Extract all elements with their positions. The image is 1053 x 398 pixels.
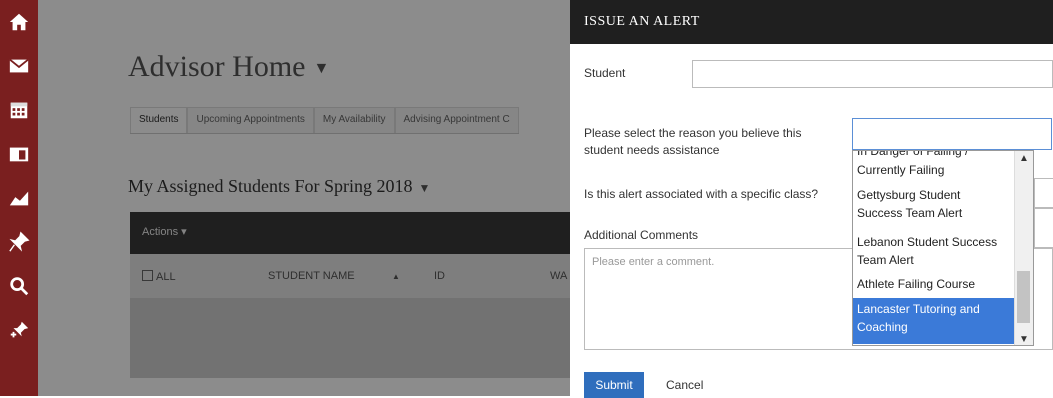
advisor-home-page: Advisor Home ▼ Students Upcoming Appointm… [38, 0, 570, 396]
scroll-up-icon[interactable]: ▲ [1019, 153, 1029, 164]
option-lancaster-line1: Lancaster Tutoring and [857, 302, 980, 316]
option-lebanon-line1: Lebanon Student Success [857, 235, 998, 249]
cancel-link[interactable]: Cancel [666, 378, 703, 392]
submit-button[interactable]: Submit [584, 372, 644, 398]
modal-header: ISSUE AN ALERT [570, 0, 1053, 44]
mail-icon [9, 58, 29, 73]
option-gettysburg[interactable]: Gettysburg Student Success Team Alert [857, 186, 1015, 222]
option-in-danger[interactable]: In Danger of Failing / [857, 151, 1015, 160]
reason-label-line2: student needs assistance [584, 143, 720, 157]
issue-alert-modal: ISSUE AN ALERT Student Please select the… [570, 0, 1053, 398]
class-select[interactable] [1034, 178, 1053, 208]
folder-icon [9, 147, 29, 162]
reason-label-line1: Please select the reason you believe thi… [584, 126, 802, 140]
left-nav-rail [0, 0, 38, 396]
class-select-extra [1034, 208, 1053, 248]
comments-label: Additional Comments [584, 228, 699, 242]
pin-icon [9, 231, 30, 252]
reason-select[interactable] [852, 118, 1052, 150]
nav-calendar[interactable] [0, 88, 38, 132]
option-athlete[interactable]: Athlete Failing Course [857, 275, 1015, 293]
class-label: Is this alert associated with a specific… [584, 187, 819, 201]
option-lancaster-selected[interactable]: Lancaster Tutoring and Coaching [853, 298, 1015, 344]
add-pin-icon [10, 321, 29, 338]
student-label: Student [584, 66, 626, 80]
reason-listbox[interactable]: In Danger of Failing / Currently Failing… [852, 150, 1034, 346]
calendar-icon [10, 102, 28, 119]
nav-reports[interactable] [0, 176, 38, 220]
option-currently-failing[interactable]: Currently Failing [857, 161, 1015, 179]
option-lebanon[interactable]: Lebanon Student Success Team Alert [857, 233, 1015, 269]
listbox-scrollbar[interactable]: ▲ ▼ [1014, 151, 1033, 345]
nav-search[interactable] [0, 264, 38, 308]
modal-title: ISSUE AN ALERT [584, 14, 700, 29]
scroll-down-icon[interactable]: ▼ [1019, 334, 1029, 345]
nav-home[interactable] [0, 0, 38, 44]
reason-label: Please select the reason you believe thi… [584, 125, 844, 159]
comments-placeholder: Please enter a comment. [592, 256, 715, 268]
search-icon [10, 277, 29, 296]
nav-pin[interactable] [0, 220, 38, 264]
nav-add-pin[interactable] [0, 308, 38, 352]
home-icon [9, 13, 29, 31]
nav-mail[interactable] [0, 44, 38, 88]
student-input[interactable] [692, 60, 1053, 88]
modal-backdrop[interactable] [38, 0, 570, 396]
option-gettysburg-line2: Success Team Alert [857, 206, 963, 220]
option-lancaster-line2: Coaching [857, 320, 908, 334]
option-gettysburg-line1: Gettysburg Student [857, 188, 961, 202]
scroll-thumb[interactable] [1017, 271, 1030, 323]
chart-icon [9, 191, 29, 206]
option-lebanon-line2: Team Alert [857, 253, 914, 267]
nav-folder[interactable] [0, 132, 38, 176]
